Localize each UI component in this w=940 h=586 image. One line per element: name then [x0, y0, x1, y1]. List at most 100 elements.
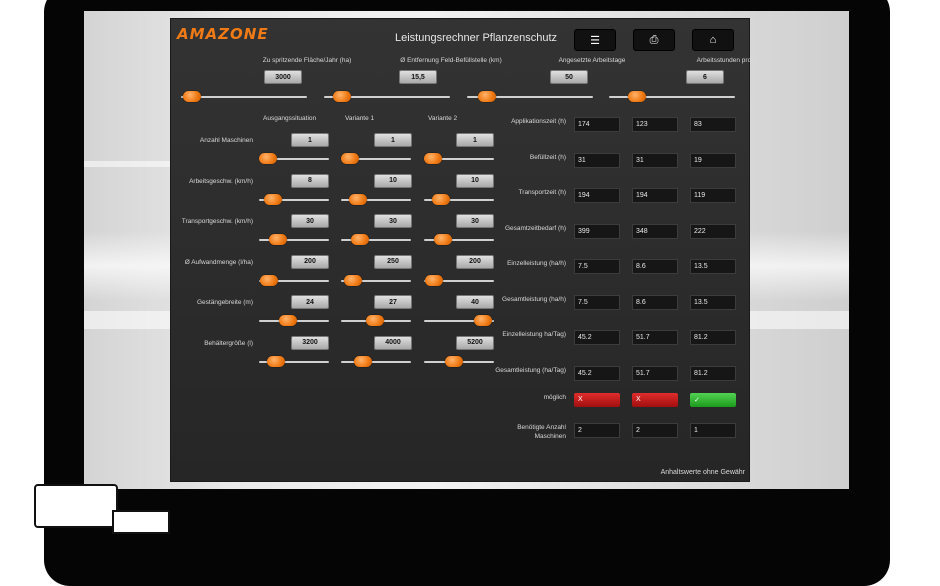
param-slider[interactable] — [341, 315, 411, 326]
top-param-slider[interactable] — [181, 91, 307, 102]
top-param-value[interactable]: 15,5 — [399, 70, 437, 84]
param-slider[interactable] — [259, 355, 329, 367]
param-slider-handle[interactable] — [349, 193, 367, 205]
param-slider[interactable] — [259, 274, 329, 286]
param-value[interactable]: 1 — [374, 133, 412, 147]
param-value[interactable]: 24 — [291, 295, 329, 309]
param-slider[interactable] — [424, 355, 494, 367]
top-param-slider-handle[interactable] — [333, 91, 351, 102]
menu-button[interactable]: ☰ — [574, 29, 616, 51]
param-value[interactable]: 8 — [291, 173, 329, 188]
top-param-value[interactable]: 6 — [686, 70, 724, 84]
param-slider-handle[interactable] — [474, 315, 492, 326]
column-header: Ausgangssituation — [263, 115, 317, 122]
param-slider-handle[interactable] — [425, 274, 443, 286]
param-label: Arbeitsgeschw. (km/h) — [189, 177, 253, 185]
param-slider-handle[interactable] — [267, 355, 285, 367]
machines-label: Benötigte Anzahl Maschinen — [517, 424, 566, 440]
param-slider-handle[interactable] — [344, 274, 362, 286]
top-param-label: Arbeitsstunden pro Tag — [696, 57, 764, 64]
param-slider[interactable] — [424, 315, 494, 326]
menu-icon: ☰ — [590, 34, 600, 47]
param-slider-handle[interactable] — [264, 193, 282, 205]
result-label: Befüllzeit (h) — [529, 153, 566, 161]
param-slider[interactable] — [424, 193, 494, 205]
param-slider-handle[interactable] — [434, 234, 452, 245]
result-label: Einzelleistung (ha/h) — [507, 260, 566, 267]
home-button[interactable]: ⌂ — [692, 29, 734, 51]
top-param-slider-handle[interactable] — [628, 91, 646, 102]
param-slider[interactable] — [341, 234, 411, 245]
param-value[interactable]: 30 — [291, 214, 329, 228]
result-value: 31 — [574, 152, 620, 168]
param-slider[interactable] — [259, 315, 329, 326]
top-param-slider[interactable] — [609, 91, 735, 102]
print-icon: ⎙ — [649, 33, 659, 46]
param-value[interactable]: 1 — [291, 133, 329, 147]
calculator-panel: AMAZONE Leistungsrechner Pflanzenschutz … — [170, 18, 763, 482]
result-value: 119 — [690, 188, 736, 203]
param-value[interactable]: 3200 — [291, 335, 329, 350]
top-param-label: Zu spritzende Fläche/Jahr (ha) — [262, 57, 352, 64]
result-value: 51.7 — [632, 330, 678, 345]
param-slider[interactable] — [259, 193, 329, 205]
result-label: Applikationszeit (h) — [511, 118, 566, 125]
param-slider[interactable] — [341, 274, 411, 286]
param-label: Gestängebreite (m) — [197, 299, 253, 306]
param-slider-handle[interactable] — [366, 315, 384, 326]
param-slider-handle[interactable] — [279, 315, 297, 326]
possible-label: möglich — [543, 394, 566, 401]
param-slider-handle[interactable] — [354, 355, 372, 367]
result-value: 8.6 — [632, 294, 678, 310]
thumbnail-preview[interactable] — [34, 484, 118, 528]
param-value[interactable]: 10 — [456, 173, 494, 188]
param-slider-handle[interactable] — [351, 234, 369, 245]
top-param-slider[interactable] — [324, 91, 450, 102]
result-value: 7.5 — [574, 259, 620, 274]
machines-value: 2 — [574, 423, 620, 438]
amazone-logo: AMAZONE — [177, 25, 269, 43]
column-header: Variante 2 — [428, 115, 458, 122]
param-slider-handle[interactable] — [269, 234, 287, 245]
top-param-slider-handle[interactable] — [478, 91, 496, 102]
param-slider[interactable] — [341, 355, 411, 367]
param-value[interactable]: 30 — [374, 214, 412, 228]
result-value: 174 — [574, 117, 620, 132]
param-slider-handle[interactable] — [341, 153, 359, 164]
param-value[interactable]: 27 — [374, 295, 412, 309]
possible-indicator: X — [632, 393, 678, 407]
result-value: 399 — [574, 223, 620, 239]
result-value: 45.2 — [574, 330, 620, 345]
result-value: 83 — [690, 117, 736, 132]
print-button[interactable]: ⎙ — [633, 29, 675, 51]
param-slider[interactable] — [259, 234, 329, 245]
param-slider-handle[interactable] — [259, 153, 277, 164]
param-slider-handle[interactable] — [424, 153, 442, 164]
param-value[interactable]: 1 — [456, 133, 494, 147]
param-slider[interactable] — [259, 153, 329, 164]
param-slider[interactable] — [424, 153, 494, 164]
param-value[interactable]: 4000 — [374, 335, 412, 350]
result-value: 31 — [632, 152, 678, 168]
param-slider[interactable] — [424, 274, 494, 286]
thumbnail-preview-2[interactable] — [112, 510, 170, 534]
disclaimer: Anhaltswerte ohne Gewähr — [660, 469, 745, 476]
param-value[interactable]: 10 — [374, 173, 412, 188]
param-slider[interactable] — [341, 153, 411, 164]
param-slider[interactable] — [341, 193, 411, 205]
param-slider-handle[interactable] — [432, 193, 450, 205]
possible-indicator: ✓ — [690, 393, 736, 407]
param-value[interactable]: 250 — [374, 254, 412, 269]
top-param-value[interactable]: 50 — [550, 70, 588, 84]
top-param-slider[interactable] — [467, 91, 593, 102]
param-slider[interactable] — [424, 234, 494, 245]
top-param-value[interactable]: 3000 — [264, 70, 302, 84]
param-label: Ø Aufwandmenge (l/ha) — [184, 258, 253, 266]
page-title: Leistungsrechner Pflanzenschutz — [395, 32, 558, 44]
top-param-label: Ø Entfernung Feld-Befüllstelle (km) — [400, 57, 502, 64]
result-value: 19 — [690, 152, 736, 168]
top-param-slider-handle[interactable] — [183, 91, 201, 102]
param-slider-handle[interactable] — [445, 355, 463, 367]
param-value[interactable]: 200 — [291, 254, 329, 269]
param-slider-handle[interactable] — [260, 274, 278, 286]
